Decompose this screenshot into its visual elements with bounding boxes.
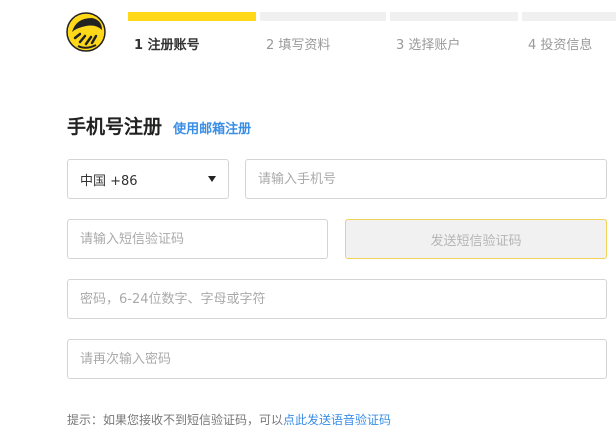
step-3-bar <box>390 12 518 21</box>
password-confirm-field <box>67 339 607 379</box>
email-register-link[interactable]: 使用邮箱注册 <box>173 122 251 137</box>
step-2-label: 2 填写资料 <box>266 38 331 53</box>
logo-icon[interactable] <box>66 12 106 52</box>
step-1-bar <box>128 12 256 21</box>
password-confirm-input[interactable] <box>68 340 606 378</box>
step-4: 4 投资信息 <box>522 12 616 62</box>
send-sms-button[interactable]: 发送短信验证码 <box>345 219 607 259</box>
country-code-select[interactable]: 中国 +86 <box>67 159 229 199</box>
registration-page: 1 注册账号 2 填写资料 3 选择账户 4 投资信息 手机号注册 使用邮箱注册… <box>0 0 616 436</box>
voice-code-hint: 提示：如果您接收不到短信验证码，可以点此发送语音验证码 <box>67 411 391 428</box>
step-1-label: 1 注册账号 <box>134 38 200 53</box>
step-progress: 1 注册账号 2 填写资料 3 选择账户 4 投资信息 <box>128 12 616 62</box>
step-3: 3 选择账户 <box>390 12 518 62</box>
sms-code-field <box>67 219 328 259</box>
step-4-label: 4 投资信息 <box>528 38 593 53</box>
password-input[interactable] <box>68 280 606 318</box>
country-code-value: 中国 +86 <box>80 173 138 189</box>
hint-text: 提示：如果您接收不到短信验证码，可以 <box>67 413 284 427</box>
sms-code-input[interactable] <box>68 220 327 258</box>
step-4-bar <box>522 12 616 21</box>
step-2: 2 填写资料 <box>260 12 386 62</box>
striped-ball-logo-icon <box>66 12 106 52</box>
phone-field <box>245 159 607 199</box>
password-field <box>67 279 607 319</box>
voice-code-link[interactable]: 点此发送语音验证码 <box>283 413 391 427</box>
step-1: 1 注册账号 <box>128 12 256 62</box>
phone-input[interactable] <box>246 160 606 198</box>
form-title-row: 手机号注册 使用邮箱注册 <box>67 112 251 139</box>
page-title: 手机号注册 <box>67 116 163 138</box>
step-2-bar <box>260 12 386 21</box>
caret-down-icon <box>208 176 216 182</box>
step-3-label: 3 选择账户 <box>396 38 461 53</box>
